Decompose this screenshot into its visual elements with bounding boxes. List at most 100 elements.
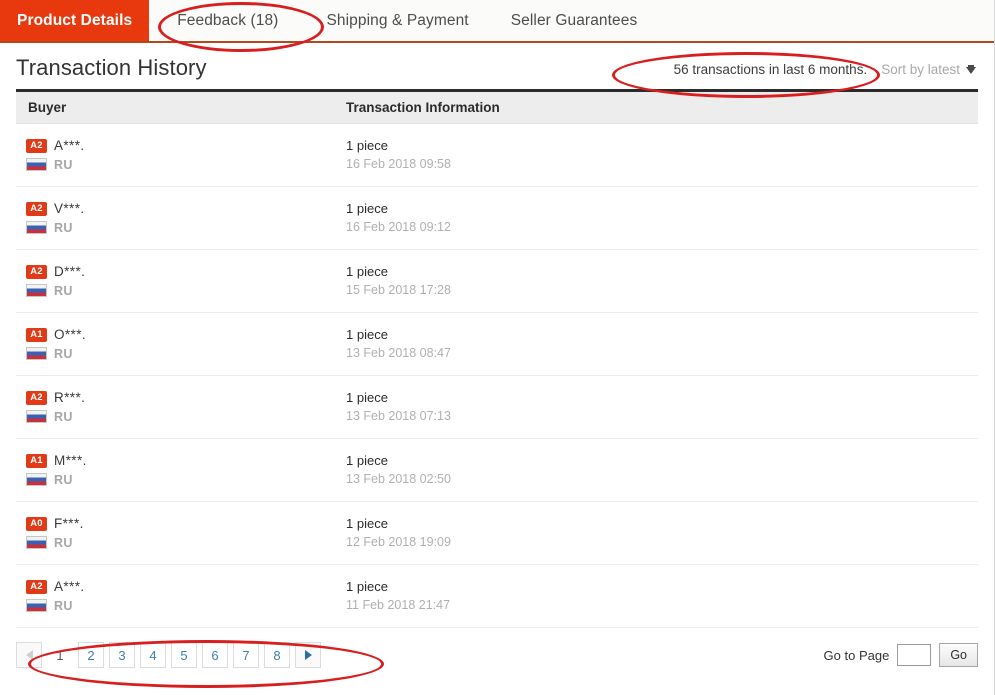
goto-page-group: Go to Page Go <box>824 643 978 667</box>
buyer-country-line: RU <box>26 218 346 237</box>
transaction-date: 13 Feb 2018 08:47 <box>346 346 451 360</box>
transaction-count-text: 56 transactions in last 6 months. <box>673 61 868 77</box>
tab-product-details[interactable]: Product Details <box>0 0 150 41</box>
transaction-quantity: 1 piece <box>346 579 388 594</box>
sort-by-dropdown[interactable]: Sort by latest <box>881 62 978 77</box>
pagination-page-8[interactable]: 8 <box>264 642 290 668</box>
transaction-date: 15 Feb 2018 17:28 <box>346 283 451 297</box>
transaction-quantity: 1 piece <box>346 264 388 279</box>
transaction-date: 16 Feb 2018 09:12 <box>346 220 451 234</box>
transaction-quantity: 1 piece <box>346 138 388 153</box>
pagination-page-7[interactable]: 7 <box>233 642 259 668</box>
pagination-page-3[interactable]: 3 <box>109 642 135 668</box>
goto-page-input[interactable] <box>897 644 932 666</box>
transaction-history-page: Product Details Feedback (18) Shipping &… <box>0 0 995 695</box>
page-title: Transaction History <box>16 55 207 80</box>
pagination-next-button[interactable] <box>295 642 321 668</box>
tab-shipping-payment-label: Shipping & Payment <box>326 11 469 29</box>
buyer-country-line: RU <box>26 470 346 489</box>
tab-feedback[interactable]: Feedback (18) <box>149 0 304 41</box>
buyer-level-badge: A1 <box>26 453 47 468</box>
buyer-country-code: RU <box>54 598 73 613</box>
go-button[interactable]: Go <box>939 643 978 667</box>
table-row: A1 M***. RU 1 piece 13 Feb 2018 02:50 <box>16 439 978 502</box>
triangle-right-icon <box>304 650 312 660</box>
buyer-level-badge: A2 <box>26 201 47 216</box>
transaction-info-cell: 1 piece 13 Feb 2018 07:13 <box>346 388 978 426</box>
buyer-country-code: RU <box>54 283 73 298</box>
buyer-level-badge: A2 <box>26 579 47 594</box>
tab-seller-guarantees-label: Seller Guarantees <box>510 11 638 29</box>
buyer-country-line: RU <box>26 596 346 615</box>
buyer-name-line: A2 R***. <box>26 388 346 407</box>
goto-page-label: Go to Page <box>823 647 890 663</box>
buyer-level-badge: A0 <box>26 516 47 531</box>
title-row: Transaction History 56 transactions in l… <box>0 43 994 89</box>
transaction-info-cell: 1 piece 13 Feb 2018 08:47 <box>346 325 978 363</box>
buyer-cell: A2 R***. RU <box>16 388 346 426</box>
flag-ru-icon <box>26 599 47 612</box>
buyer-country-code: RU <box>54 409 73 424</box>
tab-shipping-payment[interactable]: Shipping & Payment <box>304 0 490 41</box>
tab-feedback-label: Feedback (18) <box>177 11 279 29</box>
table-body: A2 A***. RU 1 piece 16 Feb 2018 09:58 A2 V***.… <box>16 124 978 628</box>
buyer-country-code: RU <box>54 157 73 172</box>
sort-by-label: Sort by latest <box>881 61 960 77</box>
buyer-name: D***. <box>54 264 86 279</box>
buyer-cell: A2 A***. RU <box>16 136 346 174</box>
buyer-name-line: A2 A***. <box>26 136 346 155</box>
buyer-country-line: RU <box>26 533 346 552</box>
buyer-name-line: A1 O***. <box>26 325 346 344</box>
transaction-quantity: 1 piece <box>346 201 388 216</box>
pagination-prev-button <box>16 642 42 668</box>
tab-bar: Product Details Feedback (18) Shipping &… <box>0 0 994 43</box>
pagination-page-2[interactable]: 2 <box>78 642 104 668</box>
buyer-level-badge: A2 <box>26 138 47 153</box>
transaction-date: 16 Feb 2018 09:58 <box>346 157 451 171</box>
buyer-country-code: RU <box>54 346 73 361</box>
table-row: A2 R***. RU 1 piece 13 Feb 2018 07:13 <box>16 376 978 439</box>
transaction-info-cell: 1 piece 16 Feb 2018 09:58 <box>346 136 978 174</box>
chevron-down-icon <box>966 64 976 74</box>
buyer-name-line: A2 A***. <box>26 577 346 596</box>
buyer-level-badge: A1 <box>26 327 47 342</box>
transaction-date: 13 Feb 2018 07:13 <box>346 409 451 423</box>
transaction-date: 12 Feb 2018 19:09 <box>346 535 451 549</box>
transaction-info-cell: 1 piece 11 Feb 2018 21:47 <box>346 577 978 615</box>
buyer-level-badge: A2 <box>26 390 47 405</box>
buyer-country-code: RU <box>54 220 73 235</box>
buyer-name-line: A2 D***. <box>26 262 346 281</box>
buyer-name: V***. <box>54 201 85 216</box>
transaction-info-cell: 1 piece 12 Feb 2018 19:09 <box>346 514 978 552</box>
transaction-date: 13 Feb 2018 02:50 <box>346 472 451 486</box>
buyer-country-code: RU <box>54 472 73 487</box>
transaction-quantity: 1 piece <box>346 327 388 342</box>
pagination-page-6[interactable]: 6 <box>202 642 228 668</box>
column-header-transaction-information: Transaction Information <box>346 100 500 115</box>
transaction-info-cell: 1 piece 16 Feb 2018 09:12 <box>346 199 978 237</box>
tab-seller-guarantees[interactable]: Seller Guarantees <box>491 0 658 41</box>
pagination-bar: 12345678 Go to Page Go <box>16 628 978 668</box>
buyer-name-line: A0 F***. <box>26 514 346 533</box>
tab-product-details-label: Product Details <box>17 11 133 29</box>
table-row: A2 A***. RU 1 piece 11 Feb 2018 21:47 <box>16 565 978 628</box>
buyer-country-line: RU <box>26 155 346 174</box>
buyer-country-code: RU <box>54 535 73 550</box>
buyer-country-line: RU <box>26 344 346 363</box>
pagination-page-5[interactable]: 5 <box>171 642 197 668</box>
transaction-quantity: 1 piece <box>346 516 388 531</box>
transaction-table: Buyer Transaction Information A2 A***. RU 1… <box>16 89 978 628</box>
table-row: A2 D***. RU 1 piece 15 Feb 2018 17:28 <box>16 250 978 313</box>
flag-ru-icon <box>26 221 47 234</box>
pagination-page-4[interactable]: 4 <box>140 642 166 668</box>
table-header-row: Buyer Transaction Information <box>16 92 978 124</box>
pagination-page-1: 1 <box>56 647 64 663</box>
flag-ru-icon <box>26 284 47 297</box>
flag-ru-icon <box>26 158 47 171</box>
buyer-cell: A2 D***. RU <box>16 262 346 300</box>
buyer-name-line: A2 V***. <box>26 199 346 218</box>
transaction-info-cell: 1 piece 15 Feb 2018 17:28 <box>346 262 978 300</box>
flag-ru-icon <box>26 473 47 486</box>
buyer-cell: A1 O***. RU <box>16 325 346 363</box>
flag-ru-icon <box>26 347 47 360</box>
